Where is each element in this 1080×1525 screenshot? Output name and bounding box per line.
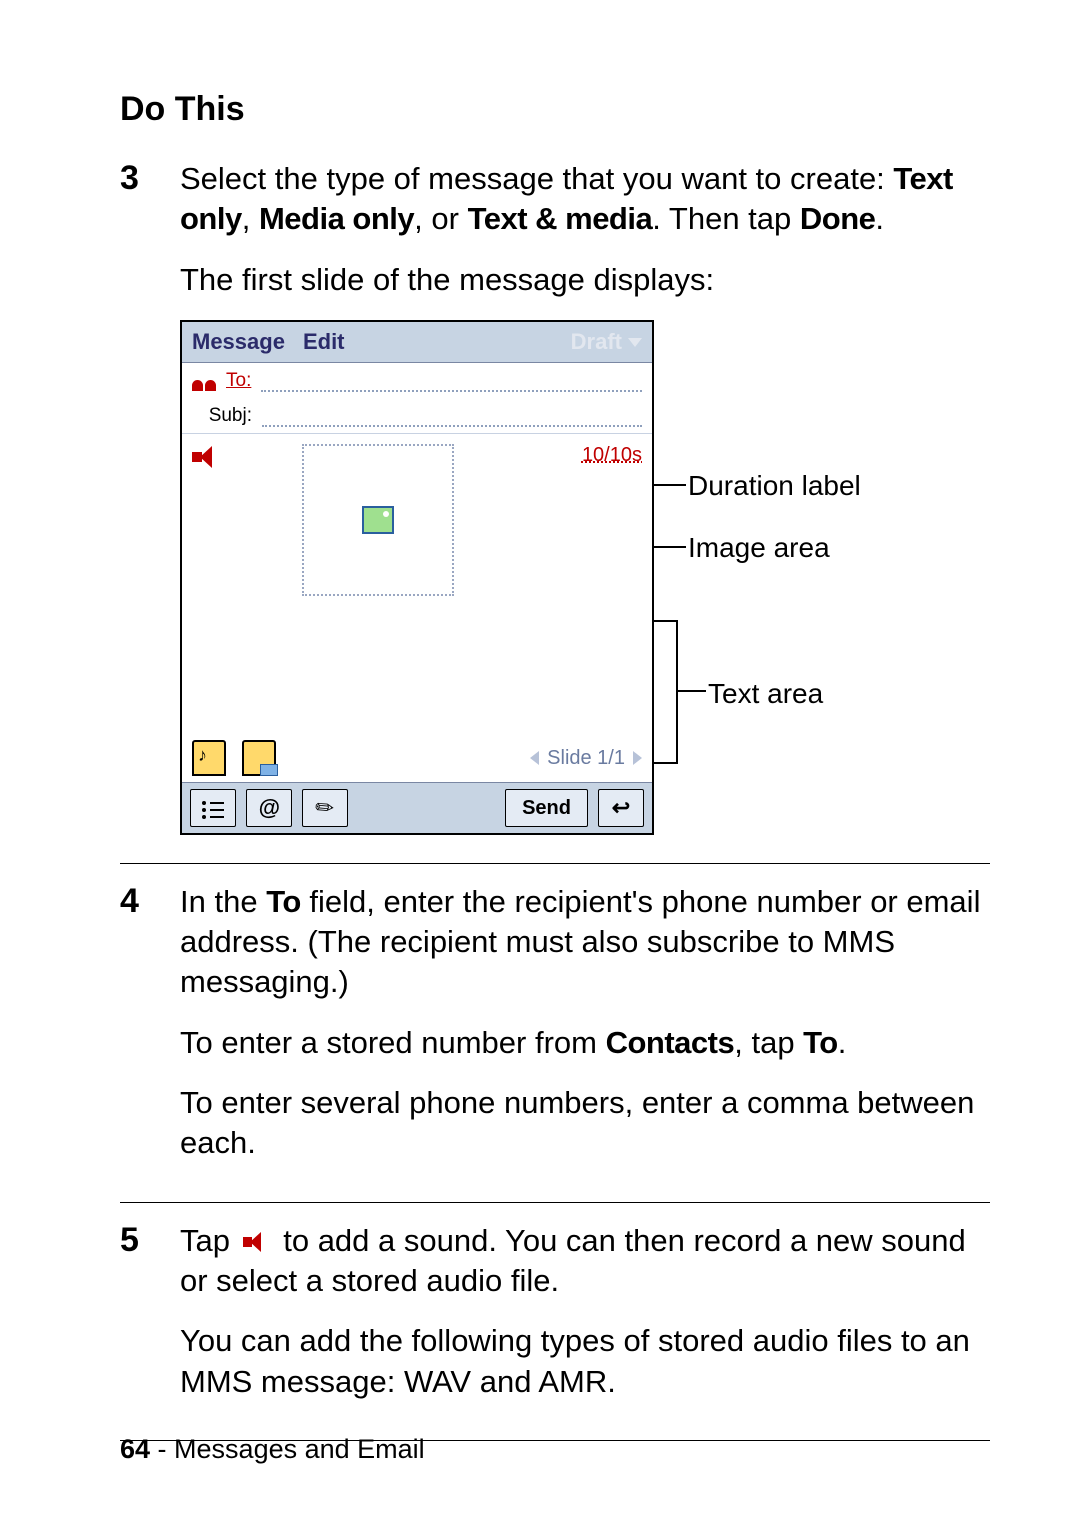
text: You can add the following types of store… (180, 1321, 990, 1402)
chevron-down-icon (628, 338, 642, 347)
callout-image: Image area (688, 530, 830, 566)
picture-icon (362, 506, 394, 534)
step-number: 4 (120, 882, 150, 1184)
done-label: Done (800, 201, 876, 236)
prev-slide-icon[interactable] (530, 751, 539, 765)
sound-icon[interactable] (192, 446, 220, 468)
audio-file-icon[interactable] (192, 740, 226, 776)
status-label: Draft (571, 328, 622, 357)
page-footer: 64 - Messages and Email (120, 1434, 425, 1465)
text: In the (180, 884, 266, 919)
media-file-icon[interactable] (242, 740, 276, 776)
separator (120, 863, 990, 864)
to-input[interactable] (261, 372, 642, 392)
step-number: 5 (120, 1221, 150, 1422)
back-button[interactable]: ↩ (598, 789, 644, 827)
to-field-label: To (266, 884, 301, 919)
text: . Then tap (652, 201, 800, 236)
option-text-media: Text & media (468, 201, 653, 236)
toolbar: @ ✎ Send ↩ (182, 783, 652, 833)
send-button[interactable]: Send (505, 789, 588, 827)
callout-text: Duration label (688, 470, 861, 501)
page-number: 64 (120, 1434, 150, 1464)
text: The first slide of the message displays: (180, 260, 990, 300)
to-field-label: To (803, 1025, 838, 1060)
sound-icon (243, 1232, 271, 1252)
phone-mock: Message Edit Draft To: (180, 320, 654, 835)
text: . (838, 1025, 847, 1060)
callout-duration: Duration label (688, 468, 861, 504)
separator (120, 1202, 990, 1203)
step-body: Tap to add a sound. You can then record … (180, 1221, 990, 1422)
slide-indicator: Slide 1/1 (547, 745, 625, 771)
footer-sep: - (150, 1434, 174, 1464)
callout-text-area: Text area (708, 676, 823, 712)
step-4: 4 In the To field, enter the recipient's… (120, 868, 990, 1198)
menu-message[interactable]: Message (192, 328, 285, 357)
list-button[interactable] (190, 789, 236, 827)
text: , (242, 201, 259, 236)
text: To enter several phone numbers, enter a … (180, 1083, 990, 1164)
step-number: 3 (120, 159, 150, 845)
status-dropdown[interactable]: Draft (571, 328, 642, 357)
paperclip-icon: ✎ (309, 791, 342, 825)
contacts-icon[interactable] (192, 373, 216, 391)
text: , tap (734, 1025, 803, 1060)
subj-label: Subj: (192, 404, 252, 429)
callout-text: Text area (708, 678, 823, 709)
next-slide-icon[interactable] (633, 751, 642, 765)
callout-text: Image area (688, 532, 830, 563)
section-heading: Do This (120, 90, 990, 129)
list-icon (202, 799, 224, 817)
text: To enter a stored number from (180, 1025, 606, 1060)
to-label[interactable]: To: (226, 369, 251, 394)
slide-area: 10/10s (182, 433, 652, 734)
step-3: 3 Select the type of message that you wa… (120, 145, 990, 859)
at-button[interactable]: @ (246, 789, 292, 827)
at-icon: @ (258, 794, 279, 823)
step-body: In the To field, enter the recipient's p… (180, 882, 990, 1184)
section-name: Messages and Email (174, 1434, 425, 1464)
attach-button[interactable]: ✎ (302, 789, 348, 827)
option-media-only: Media only (259, 201, 414, 236)
image-placeholder[interactable] (302, 444, 454, 596)
text: to add a sound. You can then record a ne… (180, 1223, 966, 1298)
subj-input[interactable] (262, 407, 642, 427)
text: Select the type of message that you want… (180, 161, 893, 196)
step-5: 5 Tap to add a sound. You can then recor… (120, 1207, 990, 1436)
slide-navigator[interactable]: Slide 1/1 (530, 745, 642, 771)
menubar: Message Edit Draft (182, 322, 652, 363)
duration-label[interactable]: 10/10s (582, 442, 642, 468)
text: , or (414, 201, 467, 236)
contacts-label: Contacts (606, 1025, 735, 1060)
text: . (875, 201, 884, 236)
text: field, enter the recipient's phone numbe… (180, 884, 980, 1000)
step-body: Select the type of message that you want… (180, 159, 990, 845)
menu-edit[interactable]: Edit (303, 328, 345, 357)
text: Tap (180, 1223, 239, 1258)
